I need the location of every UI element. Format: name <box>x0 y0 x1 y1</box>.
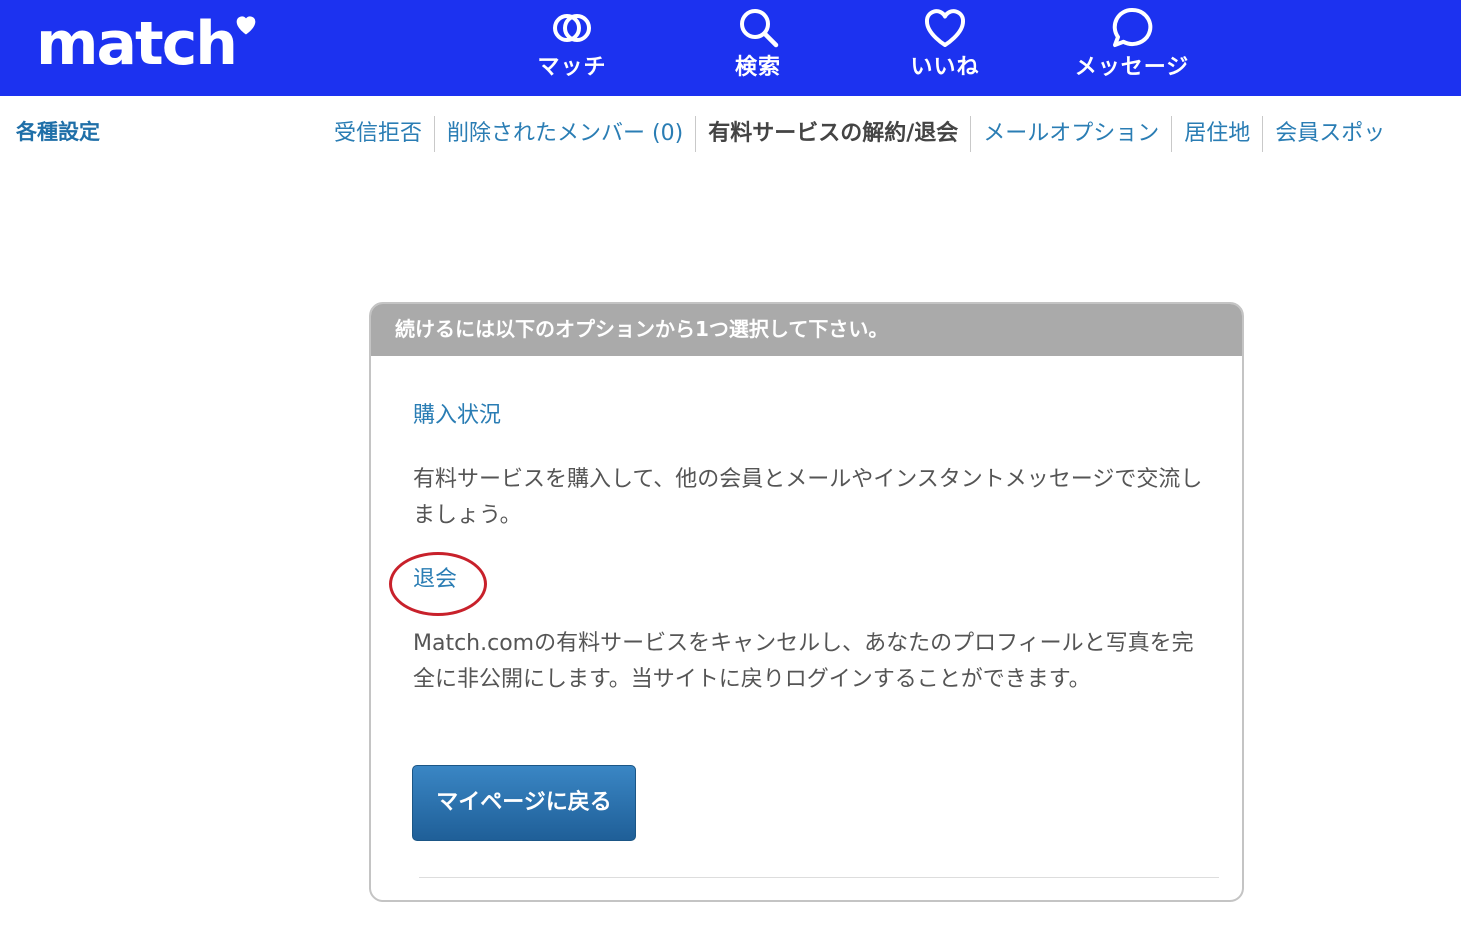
match-rings-icon <box>553 14 591 42</box>
tab-email-options[interactable]: メールオプション <box>971 116 1173 152</box>
nav-match-label: マッチ <box>537 55 607 80</box>
tab-residence[interactable]: 居住地 <box>1172 116 1264 152</box>
tab-cancel-subscription[interactable]: 有料サービスの解約/退会 <box>696 116 972 152</box>
settings-title: 各種設定 <box>16 120 100 144</box>
purchase-status-description: 有料サービスを購入して、他の会員とメールやインスタントメッセージで交流しましょう… <box>413 467 1203 528</box>
nav-likes-label: いいね <box>910 55 980 80</box>
nav-likes[interactable]: いいね <box>855 4 1035 90</box>
withdraw-description: Match.comの有料サービスをキャンセルし、あなたのプロフィールと写真を完全… <box>413 631 1194 692</box>
back-to-mypage-button[interactable]: マイページに戻る <box>412 765 636 841</box>
nav-search-label: 検索 <box>734 55 781 80</box>
tab-blocked-users[interactable]: 受信拒否 <box>322 116 436 152</box>
tab-deleted-members[interactable]: 削除されたメンバー (0) <box>435 116 697 152</box>
settings-tabs: 受信拒否 削除されたメンバー (0) 有料サービスの解約/退会 メールオプション… <box>322 114 1397 154</box>
nav-messages[interactable]: メッセージ <box>1042 4 1222 90</box>
card-header: 続けるには以下のオプションから1つ選択して下さい。 <box>371 304 1242 356</box>
nav-match[interactable]: マッチ <box>482 4 662 90</box>
purchase-status-link[interactable]: 購入状況 <box>413 401 501 431</box>
tab-member-spotlight[interactable]: 会員スポッ <box>1263 116 1397 152</box>
withdraw-link[interactable]: 退会 <box>413 565 457 595</box>
card-divider <box>419 877 1219 878</box>
top-header: match マッチ 検索 いいね メッセージ <box>0 0 1461 96</box>
search-icon <box>740 9 779 48</box>
nav-messages-label: メッセージ <box>1074 55 1190 80</box>
main-nav: マッチ 検索 いいね メッセージ <box>0 0 1461 96</box>
heart-icon <box>924 9 966 47</box>
message-bubble-icon <box>1112 7 1153 47</box>
nav-search[interactable]: 検索 <box>668 4 848 90</box>
options-card: 続けるには以下のオプションから1つ選択して下さい。 購入状況 有料サービスを購入… <box>369 302 1244 902</box>
